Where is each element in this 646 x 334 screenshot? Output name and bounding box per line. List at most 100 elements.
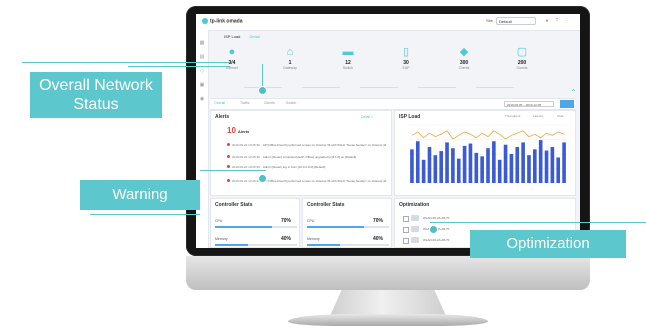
topology-label: Gateway bbox=[283, 66, 297, 70]
chart-bar[interactable] bbox=[427, 147, 432, 183]
topology-label: Switch bbox=[342, 66, 354, 70]
callout-line bbox=[128, 66, 230, 67]
site-select[interactable]: Default bbox=[496, 17, 536, 25]
chart-bar[interactable] bbox=[521, 142, 525, 183]
callout-dot-icon bbox=[258, 86, 267, 95]
callout-dot-icon bbox=[258, 174, 267, 183]
chart-bar[interactable] bbox=[462, 145, 467, 183]
chart-bar[interactable] bbox=[497, 159, 502, 183]
optimization-row-text: WLAN-00-2A-08-7F bbox=[423, 216, 450, 220]
controller-stats-panel: Controller Stats CPU 70% Memory 40% bbox=[302, 198, 392, 248]
chart-bar[interactable] bbox=[550, 147, 555, 183]
tab-isp-load[interactable]: ISP Load bbox=[224, 34, 240, 39]
chart-bar[interactable] bbox=[433, 155, 438, 183]
chart-bar[interactable] bbox=[474, 152, 479, 183]
menu-icon[interactable]: ⋮ bbox=[564, 18, 570, 24]
checkbox[interactable] bbox=[403, 238, 409, 244]
alert-row[interactable]: 2019-09-22 10:25:36 AP [Office-Floor3] pe… bbox=[227, 143, 391, 147]
isp-load-panel: ISP Load Throughput Latency Total bbox=[394, 110, 576, 196]
date-range-input[interactable]: 2019-06-05 ~ 2019-12-05 bbox=[504, 101, 554, 107]
legend-throughput: Throughput bbox=[505, 114, 521, 118]
chart-bar[interactable] bbox=[439, 151, 443, 183]
memory-label: Memory bbox=[307, 237, 320, 241]
top-bar: tp-link omada Site Default ● ? ⋮ bbox=[196, 14, 580, 31]
chart-bar[interactable] bbox=[421, 159, 426, 183]
subtabs: ISP Load Detail bbox=[224, 34, 268, 39]
chart-bar[interactable] bbox=[509, 154, 514, 183]
alert-dot-icon bbox=[227, 155, 230, 158]
topology-link bbox=[476, 87, 514, 88]
callout-network-status: Overall Network Status bbox=[30, 72, 162, 118]
stats-icon[interactable]: ▤ bbox=[199, 54, 205, 60]
chart-bar[interactable] bbox=[410, 149, 414, 183]
alert-dot-icon bbox=[227, 143, 230, 146]
optimization-title: Optimization bbox=[399, 202, 430, 208]
alert-row[interactable]: 2019-09-22 10:25:36 AP [Office-Floor3] pe… bbox=[227, 179, 391, 183]
alert-dot-icon bbox=[227, 179, 230, 182]
alert-row[interactable]: 2019-09-22 10:25:36 Admin [Neuer] log in … bbox=[227, 165, 391, 169]
memory-value: 40% bbox=[281, 236, 292, 242]
help-icon[interactable]: ? bbox=[554, 18, 560, 24]
filter-tab[interactable]: Traffic bbox=[240, 101, 250, 105]
chart-bar[interactable] bbox=[486, 148, 490, 183]
access-point-icon: ▯ bbox=[402, 46, 410, 58]
alert-time: 2019-09-22 10:25:36 bbox=[232, 155, 260, 159]
memory-value: 40% bbox=[373, 236, 384, 242]
chart-bar[interactable] bbox=[456, 158, 461, 183]
refresh-button[interactable] bbox=[560, 100, 574, 108]
filter-tab[interactable]: Clients bbox=[264, 101, 275, 105]
device-thumbnail-icon bbox=[411, 226, 419, 232]
chart-bar[interactable] bbox=[533, 149, 537, 183]
topology-clients[interactable]: ◆ 300 Clients bbox=[442, 46, 486, 70]
map-icon[interactable]: ◇ bbox=[199, 68, 205, 74]
alert-count-label: Alerts bbox=[237, 129, 250, 134]
topology-gateway[interactable]: ⌂ 1 Gateway bbox=[268, 46, 312, 70]
checkbox[interactable] bbox=[403, 216, 409, 222]
topology-guests[interactable]: ▢ 200 Guests bbox=[500, 46, 544, 70]
chevron-up-icon[interactable]: ⌃ bbox=[570, 88, 577, 97]
chart-bar[interactable] bbox=[503, 144, 508, 183]
callout-line bbox=[430, 222, 646, 223]
chart-line-latency bbox=[411, 130, 565, 140]
chart-bar[interactable] bbox=[538, 140, 543, 183]
topology-eap[interactable]: ▯ 30 EAP bbox=[384, 46, 428, 70]
chart-bar[interactable] bbox=[451, 148, 455, 183]
tab-detail[interactable]: Detail bbox=[250, 34, 260, 39]
isp-load-chart bbox=[409, 124, 567, 184]
chart-bar[interactable] bbox=[556, 157, 561, 183]
alerts-detail-link[interactable]: Detail > bbox=[361, 115, 373, 119]
logo-text: tp-link omada bbox=[210, 18, 243, 25]
topology-link bbox=[418, 87, 456, 88]
switch-icon: ▬ bbox=[342, 46, 354, 58]
callout-optimization: Optimization bbox=[470, 230, 626, 258]
cpu-bar-fill bbox=[215, 226, 273, 228]
clients-icon[interactable]: ◉ bbox=[199, 96, 205, 102]
cpu-bar bbox=[215, 226, 297, 228]
topology-switch[interactable]: ▬ 12 Switch bbox=[326, 46, 370, 70]
memory-bar-fill bbox=[215, 244, 248, 246]
bell-icon[interactable]: ● bbox=[544, 18, 550, 24]
dashboard-icon[interactable]: ▦ bbox=[199, 40, 205, 46]
checkbox[interactable] bbox=[403, 227, 409, 233]
optimization-row-text: WLAN-00-2A-08-7F bbox=[423, 238, 450, 242]
site-label: Site bbox=[486, 18, 493, 23]
chart-bar[interactable] bbox=[415, 141, 420, 183]
chart-bar[interactable] bbox=[527, 155, 531, 183]
filter-tab[interactable]: Overall bbox=[214, 101, 225, 105]
chart-bar[interactable] bbox=[562, 142, 566, 183]
chart-bar[interactable] bbox=[544, 150, 549, 183]
chart-bar[interactable] bbox=[468, 143, 473, 183]
memory-bar bbox=[215, 244, 297, 246]
chart-bar[interactable] bbox=[515, 147, 520, 183]
callout-line bbox=[90, 214, 200, 215]
logo: tp-link omada bbox=[202, 18, 243, 24]
chart-bar[interactable] bbox=[492, 141, 496, 183]
chart-bar[interactable] bbox=[480, 156, 484, 183]
devices-icon[interactable]: ▣ bbox=[199, 82, 205, 88]
chart-bar[interactable] bbox=[445, 142, 449, 183]
cpu-label: CPU bbox=[215, 219, 223, 223]
filter-tab[interactable]: Switch bbox=[286, 101, 296, 105]
isp-load-title: ISP Load bbox=[399, 114, 421, 120]
alert-row[interactable]: 2019-09-22 10:25:36 Admin [Neuer] complet… bbox=[227, 155, 391, 159]
cpu-label: CPU bbox=[307, 219, 315, 223]
